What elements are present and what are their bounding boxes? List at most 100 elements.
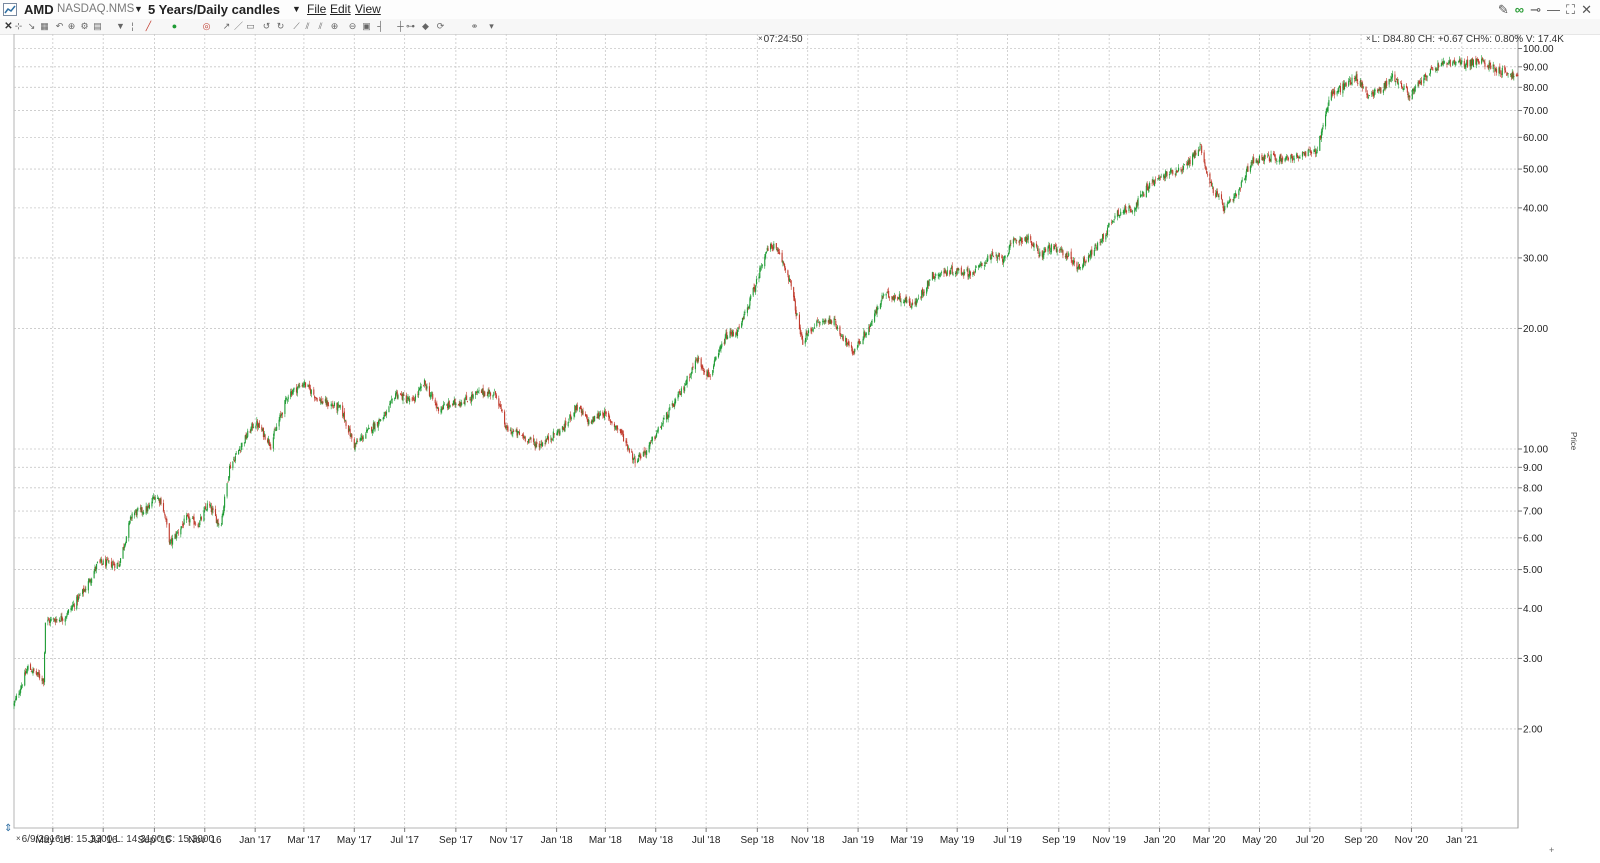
channel2-icon[interactable]: ⫽	[316, 22, 325, 31]
candle-body	[385, 411, 388, 415]
candle-body	[62, 618, 64, 621]
candle-body	[737, 327, 739, 329]
zoom-in-icon[interactable]: ⊕	[330, 22, 339, 31]
candle-body	[1131, 210, 1133, 213]
bar-type-icon[interactable]: ¦	[128, 22, 137, 31]
rotate-left-icon[interactable]: ↺	[262, 22, 271, 31]
dropdown-icon[interactable]: ▾	[487, 22, 496, 31]
bar-icon[interactable]: ┤	[376, 22, 385, 31]
period-dropdown-icon[interactable]: ▼	[292, 0, 301, 19]
exchange-label[interactable]: NASDAQ.NMS	[57, 0, 134, 19]
candle-body	[649, 441, 651, 447]
candle-body	[205, 506, 207, 509]
filter-icon[interactable]: ▼	[116, 22, 125, 31]
link-icon[interactable]: ∞	[1515, 1, 1524, 18]
link-icon[interactable]: ⚭	[470, 22, 479, 31]
zoom-out-icon[interactable]: ⊖	[348, 22, 357, 31]
candle-body	[888, 290, 890, 298]
minimize-icon[interactable]: —	[1547, 1, 1560, 18]
grid-icon[interactable]: ▦	[40, 22, 49, 31]
box-icon[interactable]: ▭	[246, 22, 255, 31]
candle-body	[692, 366, 694, 368]
candle-body	[841, 336, 843, 337]
cursor-ohlc-text: 6/9/2016 H: 15.3300 L: 14.3100 C: 15.300…	[21, 834, 215, 845]
menu-view[interactable]: View	[355, 0, 381, 19]
candle-body	[224, 496, 226, 508]
reset-icon[interactable]: ▣	[362, 22, 371, 31]
fan-icon[interactable]: ⟋	[292, 22, 301, 31]
candle-body	[1368, 95, 1370, 96]
candle-body	[1301, 152, 1303, 157]
candle-body	[1321, 127, 1323, 133]
candle-body	[634, 458, 636, 464]
channel-icon[interactable]: ⫽	[303, 22, 312, 31]
candle-body	[137, 508, 139, 510]
period-icon[interactable]: ⊶	[406, 22, 415, 31]
maximize-icon[interactable]: ⛶	[1566, 1, 1575, 18]
close-icon[interactable]: ✕	[1581, 1, 1592, 18]
candle-body	[1291, 153, 1293, 156]
price-chart[interactable]: 2.00 3.00 4.00 5.00 6.00 7.00 8.00 9.00 10.00 20.…	[0, 34, 1600, 863]
candle-body	[724, 337, 726, 344]
candle-body	[807, 334, 809, 337]
candle-body	[513, 430, 515, 432]
scroll-toggle-icon[interactable]: ⇕	[4, 823, 12, 834]
candle-body	[437, 407, 440, 412]
close-icon[interactable]: ×	[758, 34, 763, 43]
undo-icon[interactable]: ↶	[55, 22, 64, 31]
menu-file[interactable]: File	[307, 0, 326, 19]
period-label[interactable]: 5 Years/Daily candles	[148, 0, 280, 19]
close-icon[interactable]: ×	[1366, 34, 1371, 43]
candle-body	[1049, 245, 1051, 251]
candle-body	[499, 404, 502, 408]
candle	[1472, 59, 1474, 68]
zoom-icon[interactable]: ⊕	[67, 22, 76, 31]
target-icon[interactable]: ◎	[202, 22, 211, 31]
candle-body	[1085, 260, 1087, 263]
layout-icon[interactable]: ▤	[93, 22, 102, 31]
candle-body	[493, 392, 495, 396]
y-tick-label: 60.00	[1523, 133, 1548, 144]
close-icon[interactable]: ✕	[4, 22, 13, 32]
crosshair2-icon[interactable]: ┼	[396, 22, 405, 31]
candle-body	[160, 498, 162, 505]
candle-body	[1146, 184, 1148, 187]
trend-line-icon[interactable]: ↘	[27, 22, 36, 31]
pencil-icon[interactable]: ✎	[1498, 1, 1509, 18]
candle-body	[96, 563, 98, 570]
candle-body	[1409, 96, 1411, 98]
candle-body	[420, 386, 422, 389]
circle-icon[interactable]: ●	[170, 22, 179, 31]
settings-icon[interactable]: ⚙	[80, 22, 89, 31]
axis-end-icon[interactable]: +	[1549, 845, 1554, 855]
symbol-dropdown-icon[interactable]: ▼	[134, 0, 143, 19]
crosshair-icon[interactable]: ⊹	[14, 22, 23, 31]
candle-body	[608, 416, 611, 419]
pencil-icon[interactable]: ╱	[144, 22, 153, 31]
y-tick-label: 90.00	[1523, 62, 1548, 73]
arrow-icon[interactable]: ↗	[222, 22, 231, 31]
candle-body	[802, 339, 804, 345]
candle-body	[1465, 64, 1467, 68]
candle-body	[269, 442, 271, 447]
symbol-label[interactable]: AMD	[24, 0, 54, 19]
candle-body	[686, 376, 688, 385]
shield-icon[interactable]: ◆	[421, 22, 430, 31]
candle-body	[1182, 166, 1185, 170]
candle-body	[1091, 249, 1093, 255]
rotate-right-icon[interactable]: ↻	[276, 22, 285, 31]
refresh-icon[interactable]: ⟳	[436, 22, 445, 31]
candle-body	[322, 401, 324, 404]
candle-body	[741, 322, 743, 328]
candle-body	[712, 370, 714, 376]
menu-edit[interactable]: Edit	[330, 0, 351, 19]
candle-body	[533, 442, 535, 443]
candle-body	[727, 336, 729, 339]
line-icon[interactable]: ／	[234, 22, 243, 31]
y-tick-label: 8.00	[1523, 483, 1543, 494]
pin-icon[interactable]: ⊸	[1530, 1, 1541, 18]
plot-area[interactable]	[13, 34, 1519, 829]
close-icon[interactable]: ×	[16, 834, 21, 843]
candle	[316, 397, 318, 402]
candle-body	[1406, 87, 1408, 93]
